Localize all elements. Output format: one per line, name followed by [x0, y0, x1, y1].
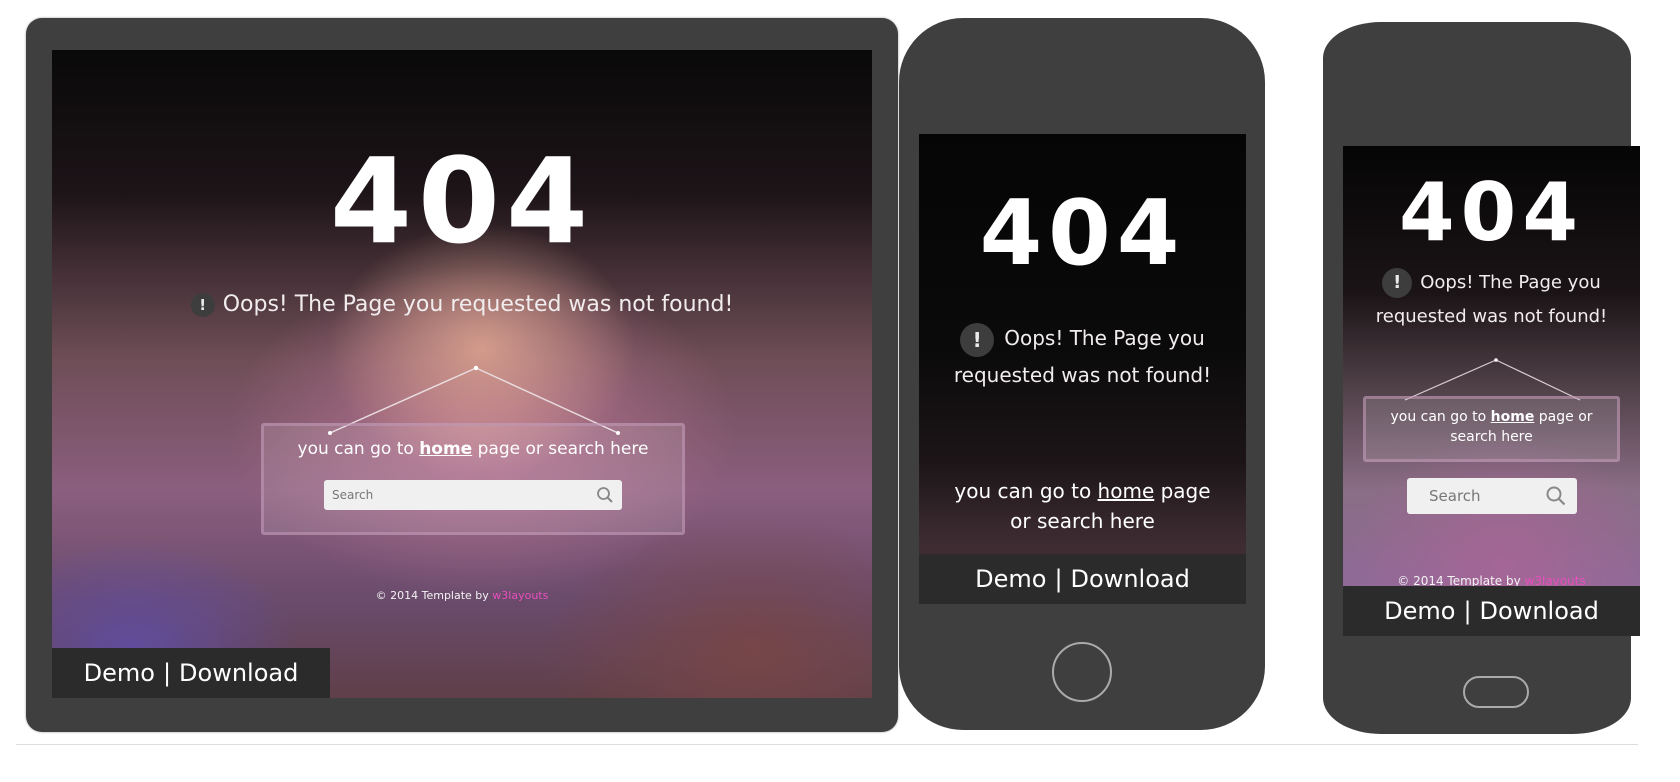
search-placeholder: Search	[332, 488, 374, 502]
search-placeholder: Search	[1429, 487, 1481, 505]
iphone-mockup: 404 ! Oops! The Page you requested was no…	[899, 18, 1265, 730]
iphone-screen: 404 ! Oops! The Page you requested was no…	[919, 134, 1246, 604]
demo-link[interactable]: Demo	[1384, 597, 1455, 625]
demo-download-bar: Demo | Download	[1343, 586, 1640, 636]
search-icon[interactable]	[596, 486, 614, 504]
divider: |	[1463, 597, 1472, 625]
tablet-mockup: 404 ! Oops! The Page you requested was no…	[26, 18, 898, 732]
search-icon[interactable]	[1545, 485, 1567, 507]
search-panel: you can go to home page or search here S…	[261, 423, 685, 535]
home-button-icon[interactable]	[1463, 676, 1529, 708]
credit-footer: © 2014 Template by w3layouts	[52, 589, 872, 602]
search-panel: you can go to home page or search here	[1363, 396, 1620, 462]
error-message: ! Oops! The Page you requested was not fo…	[949, 320, 1216, 393]
warning-icon: !	[960, 322, 995, 357]
home-link[interactable]: home	[419, 439, 472, 459]
demo-download-bar: Demo | Download	[919, 554, 1246, 604]
hanger-strings	[1404, 358, 1581, 401]
credit-prefix: © 2014 Template by	[375, 589, 489, 602]
download-link[interactable]: Download	[179, 659, 298, 687]
divider: |	[1054, 565, 1063, 593]
demo-link[interactable]: Demo	[975, 565, 1046, 593]
go-prefix: you can go to	[954, 479, 1092, 503]
download-link[interactable]: Download	[1071, 565, 1190, 593]
home-button-icon[interactable]	[1052, 642, 1112, 702]
credit-brand-link[interactable]: w3layouts	[492, 589, 548, 602]
heading-404: 404	[979, 181, 1186, 286]
go-prefix: you can go to	[1390, 409, 1487, 425]
demo-download-bar: Demo | Download	[52, 648, 330, 698]
android-screen: 404 ! Oops! The Page you requested was no…	[1343, 146, 1640, 636]
go-home-text: you can go to home page or search here	[949, 476, 1216, 536]
go-home-text: you can go to home page or search here	[1374, 407, 1609, 447]
download-link[interactable]: Download	[1480, 597, 1599, 625]
search-input[interactable]: Search	[1407, 478, 1577, 514]
go-suffix: page or search here	[477, 439, 649, 459]
android-mockup: 404 ! Oops! The Page you requested was no…	[1323, 22, 1640, 734]
home-link[interactable]: home	[1098, 479, 1155, 503]
tablet-screen: 404 ! Oops! The Page you requested was no…	[52, 50, 872, 698]
go-home-text: you can go to home page or search here	[264, 438, 682, 460]
divider-line	[16, 744, 1638, 745]
divider: |	[162, 659, 172, 687]
home-link[interactable]: home	[1491, 409, 1535, 425]
demo-link[interactable]: Demo	[84, 659, 155, 687]
go-prefix: you can go to	[297, 439, 414, 459]
search-input[interactable]: Search	[324, 480, 622, 510]
